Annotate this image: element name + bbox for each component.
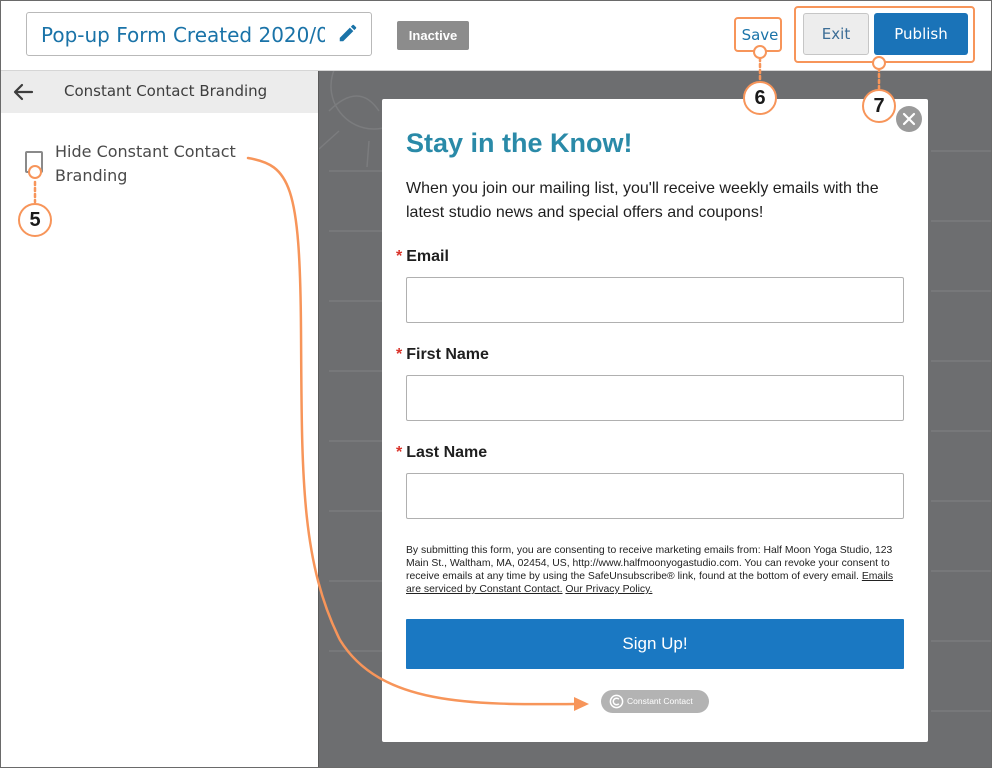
consent-text: By submitting this form, you are consent… [406, 545, 894, 595]
hide-branding-label[interactable]: Hide Constant Contact Branding [55, 140, 285, 188]
back-arrow-icon[interactable] [12, 82, 34, 102]
first-name-label: * First Name [396, 346, 489, 363]
exit-publish-highlight [794, 6, 975, 63]
close-icon [902, 112, 916, 126]
privacy-policy-link[interactable]: Our Privacy Policy. [565, 584, 652, 595]
callout-anchor-5 [28, 165, 42, 179]
callout-anchor-7 [872, 56, 886, 70]
constant-contact-logo-icon [609, 694, 624, 709]
last-name-field[interactable] [406, 473, 904, 519]
form-title-field[interactable]: Pop-up Form Created 2020/03/ [26, 12, 372, 56]
sidebar-header: Constant Contact Branding [0, 71, 318, 113]
last-name-label: * Last Name [396, 444, 488, 461]
status-badge: Inactive [397, 21, 469, 50]
popup-close-button[interactable] [896, 106, 922, 132]
pencil-icon[interactable] [337, 22, 359, 44]
form-title[interactable]: Pop-up Form Created 2020/03/ [41, 23, 325, 47]
callout-step-6: 6 [743, 81, 777, 115]
callout-anchor-6 [753, 45, 767, 59]
first-name-field[interactable] [406, 375, 904, 421]
sidebar-title: Constant Contact Branding [64, 82, 268, 100]
popup-heading: Stay in the Know! [406, 128, 633, 158]
callout-step-7: 7 [862, 89, 896, 123]
popup-description: When you join our mailing list, you'll r… [406, 180, 879, 221]
sign-up-button[interactable]: Sign Up! [406, 619, 904, 669]
email-field[interactable] [406, 277, 904, 323]
callout-step-5: 5 [18, 203, 52, 237]
badge-text: Constant Contact [627, 696, 693, 706]
email-label: * Email [396, 248, 449, 265]
constant-contact-branding-badge: Constant Contact [601, 690, 709, 713]
